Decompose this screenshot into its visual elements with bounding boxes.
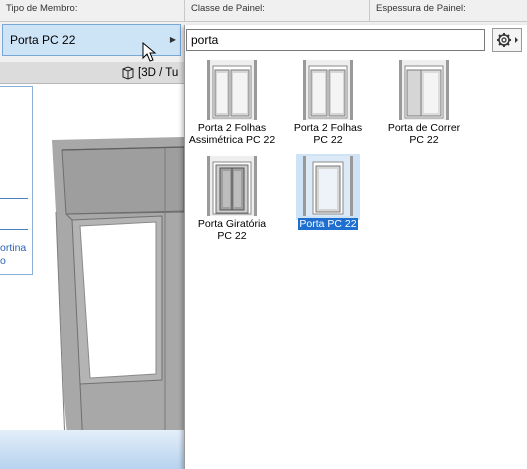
- member-type-value: Porta PC 22: [10, 33, 76, 47]
- submenu-arrow-icon: ▶: [169, 35, 176, 44]
- revolving-door-icon: [207, 156, 257, 216]
- header-panel-class: Classe de Painel:: [184, 0, 369, 22]
- panel-item-porta-pc-22[interactable]: Porta PC 22: [279, 156, 377, 246]
- item-label-line1: Porta 2 Folhas: [197, 122, 267, 134]
- item-label: Porta 2 Folhas Assimétrica PC 22: [183, 122, 281, 146]
- header-member-type-label: Tipo de Membro:: [6, 3, 78, 14]
- item-label-line2: PC 22: [313, 134, 343, 146]
- item-label-line1: Porta de Correr: [387, 122, 461, 134]
- panel-item-porta-giratoria[interactable]: Porta Giratória PC 22: [183, 156, 281, 246]
- settings-button[interactable]: [492, 28, 522, 52]
- single-door-icon: [303, 156, 353, 216]
- mouse-cursor-icon: [142, 42, 157, 62]
- item-label: Porta 2 Folhas PC 22: [279, 122, 377, 146]
- side-info-panel: ortina o: [0, 86, 33, 275]
- item-label: Porta Giratória PC 22: [183, 218, 281, 242]
- header-member-type: Tipo de Membro:: [0, 0, 184, 22]
- panel-item-porta-de-correr[interactable]: Porta de Correr PC 22: [375, 60, 473, 150]
- header-panel-thickness-label: Espessura de Painel:: [376, 3, 466, 14]
- gear-icon: [497, 33, 518, 47]
- door-double-asym-icon: [207, 60, 257, 120]
- search-input[interactable]: [186, 29, 485, 51]
- divider: [0, 198, 28, 199]
- door-double-icon: [303, 60, 353, 120]
- item-label-line1: Porta Giratória: [197, 218, 267, 230]
- item-label-line2: Assimétrica PC 22: [188, 134, 276, 146]
- ground-sky-gradient: [0, 430, 184, 469]
- item-label-line2: PC 22: [217, 230, 247, 242]
- item-label-line1: Porta PC 22: [298, 218, 358, 230]
- side-text-line2: o: [0, 255, 6, 267]
- item-label-line1: Porta 2 Folhas: [293, 122, 363, 134]
- item-label-line2: PC 22: [409, 134, 439, 146]
- item-label: Porta PC 22: [279, 218, 377, 230]
- panel-item-porta-2-folhas[interactable]: Porta 2 Folhas PC 22: [279, 60, 377, 150]
- side-text-line1: ortina: [0, 242, 27, 254]
- divider: [0, 229, 28, 230]
- item-label: Porta de Correr PC 22: [375, 122, 473, 146]
- cube-3d-icon: [122, 66, 134, 80]
- sliding-door-icon: [399, 60, 449, 120]
- header-panel-class-label: Classe de Painel:: [191, 3, 265, 14]
- view-tab-label[interactable]: [3D / Tu: [138, 64, 178, 82]
- panel-item-porta-2-folhas-assimetrica[interactable]: Porta 2 Folhas Assimétrica PC 22: [183, 60, 281, 150]
- header-panel-thickness: Espessura de Painel:: [369, 0, 527, 22]
